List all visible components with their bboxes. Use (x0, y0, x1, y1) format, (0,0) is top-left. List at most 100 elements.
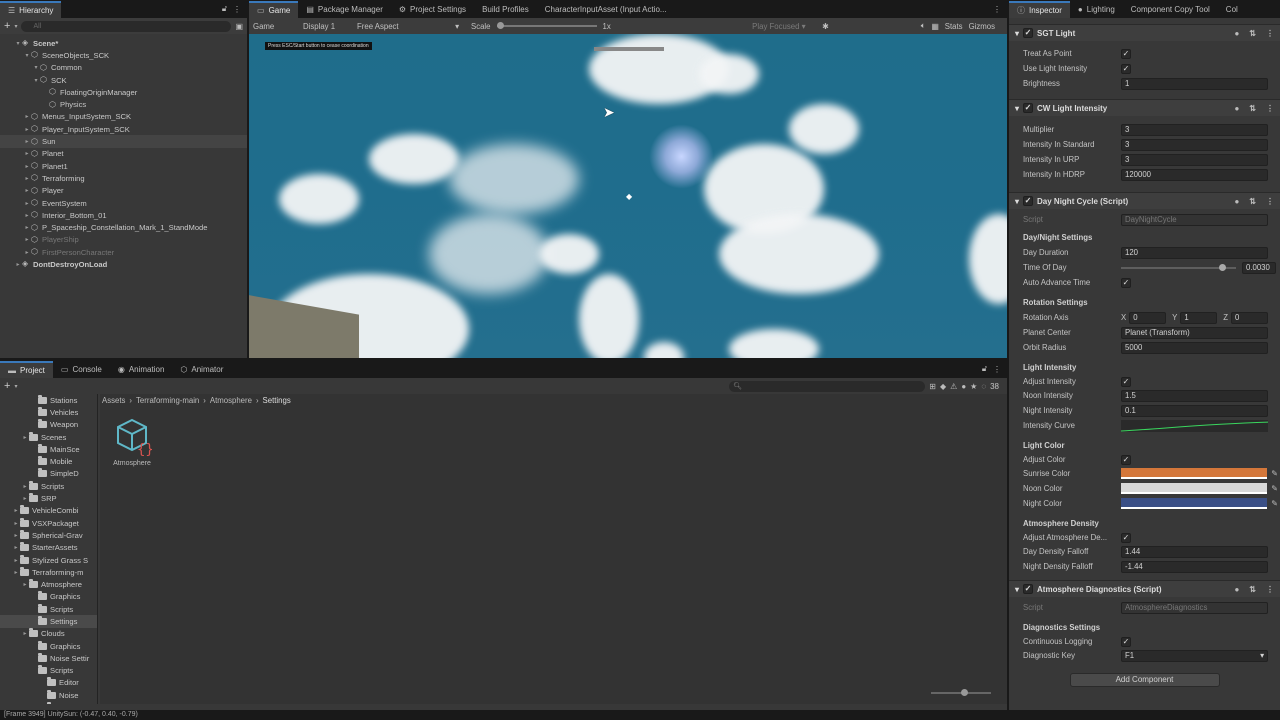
tab-component-copy-tool[interactable]: Component Copy Tool (1123, 1, 1218, 18)
tab-col[interactable]: Col (1218, 1, 1246, 18)
project-folder-item[interactable]: Shaders (0, 701, 97, 704)
noon-color-swatch[interactable] (1121, 483, 1268, 494)
intensity-hdrp-field[interactable]: 120000 (1121, 168, 1268, 181)
project-folder-item[interactable]: ▸ Stylized Grass S (0, 554, 97, 566)
sunrise-color-swatch[interactable] (1121, 468, 1268, 479)
preset-icon[interactable]: ⇅ (1249, 197, 1256, 206)
project-folder-item[interactable]: Noise (0, 689, 97, 701)
hierarchy-item[interactable]: ▸ ⬡ Player_InputSystem_SCK (0, 123, 247, 135)
game-viewport[interactable]: Press ESC/Start button to cease coordina… (249, 34, 1007, 358)
project-folder-item[interactable]: Scripts (0, 665, 97, 677)
project-folder-item[interactable]: ▸ StarterAssets (0, 542, 97, 554)
foldout-arrow-icon[interactable]: ▸ (23, 236, 31, 243)
eyedropper-icon[interactable]: ✎ (1271, 469, 1278, 478)
more-menu-icon[interactable]: ⋮ (1266, 585, 1274, 594)
preset-icon[interactable]: ⇅ (1249, 29, 1256, 38)
project-folder-item[interactable]: Graphics (0, 640, 97, 652)
project-folder-item[interactable]: ▸ Clouds (0, 628, 97, 640)
continuous-logging-checkbox[interactable]: ✓ (1121, 636, 1131, 647)
foldout-arrow-icon[interactable]: ▸ (12, 520, 20, 527)
use-light-intensity-checkbox[interactable]: ✓ (1121, 63, 1131, 74)
breadcrumb-atmosphere[interactable]: Atmosphere (210, 396, 252, 405)
project-folder-item[interactable]: ▸ VehicleCombi (0, 505, 97, 517)
project-folder-item[interactable]: ▸ Atmosphere (0, 578, 97, 590)
auto-advance-checkbox[interactable]: ✓ (1121, 277, 1131, 288)
more-menu-icon[interactable]: ⋮ (1266, 29, 1274, 38)
project-folder-item[interactable]: Editor (0, 677, 97, 689)
hierarchy-item[interactable]: ▸ ⬡ PlayerShip (0, 234, 247, 246)
foldout-arrow-icon[interactable]: ▸ (23, 200, 31, 207)
lock-icon[interactable]: 🔓︎ (222, 4, 227, 14)
tab-project-settings[interactable]: ⚙ Project Settings (391, 1, 474, 18)
scale-slider[interactable] (496, 22, 597, 29)
tab-inspector[interactable]: ⓘ Inspector (1009, 1, 1070, 18)
foldout-icon[interactable]: ▾ (1015, 104, 1019, 113)
script-field[interactable]: DayNightCycle (1121, 213, 1268, 226)
tab-game[interactable]: ▭ Game (249, 1, 299, 18)
noon-intensity-field[interactable]: 1.5 (1121, 389, 1268, 402)
hierarchy-item[interactable]: ▾ ⬡ SCK (0, 74, 247, 86)
breadcrumb-settings[interactable]: Settings (263, 396, 291, 405)
project-folder-item[interactable]: ▸ Scenes (0, 431, 97, 443)
adjust-intensity-checkbox[interactable]: ✓ (1121, 376, 1131, 387)
project-folder-item[interactable]: Settings (0, 615, 97, 628)
foldout-arrow-icon[interactable]: ▸ (23, 150, 31, 157)
component-enabled-checkbox[interactable]: ✓ (1023, 196, 1034, 206)
chevron-down-icon[interactable]: ▾ (14, 383, 17, 390)
icon-size-slider-thumb[interactable] (961, 689, 968, 696)
foldout-arrow-icon[interactable]: ▸ (21, 495, 29, 502)
planet-center-field[interactable]: Planet (Transform) (1121, 326, 1268, 339)
foldout-arrow-icon[interactable]: ▸ (21, 434, 29, 441)
hierarchy-item[interactable]: ▸ ⬡ Terraforming (0, 172, 247, 184)
atmosphere-diagnostics-header[interactable]: ▾ ✓ Atmosphere Diagnostics (Script) ● ⇅ ⋮ (1009, 580, 1280, 597)
hierarchy-item[interactable]: ▸ ⬡ Player (0, 185, 247, 197)
foldout-icon[interactable]: ▾ (1015, 585, 1019, 594)
foldout-arrow-icon[interactable]: ▸ (23, 212, 31, 219)
intensity-standard-field[interactable]: 3 (1121, 138, 1268, 151)
preset-icon[interactable]: ⇅ (1249, 104, 1256, 113)
search-by-label-icon[interactable]: ◆ (940, 382, 946, 391)
foldout-arrow-icon[interactable]: ▾ (23, 52, 31, 59)
more-menu-icon[interactable]: ⋮ (1266, 197, 1274, 206)
component-enabled-checkbox[interactable]: ✓ (1023, 584, 1034, 594)
axis-y-field[interactable]: 1 (1180, 311, 1218, 324)
foldout-arrow-icon[interactable]: ▸ (21, 483, 29, 490)
hierarchy-item[interactable]: ▸ ◈ DontDestroyOnLoad (0, 258, 247, 270)
project-folder-item[interactable]: ▸ VSXPackaget (0, 517, 97, 529)
foldout-icon[interactable]: ▾ (1015, 197, 1019, 206)
hierarchy-item[interactable]: ▸ ⬡ EventSystem (0, 197, 247, 209)
foldout-arrow-icon[interactable]: ▸ (23, 175, 31, 182)
asset-tile[interactable]: {} Atmosphere (110, 416, 154, 467)
eyedropper-icon[interactable]: ✎ (1271, 484, 1278, 493)
preset-icon[interactable]: ⇅ (1249, 585, 1256, 594)
icon-size-slider[interactable] (931, 689, 991, 696)
aspect-dropdown[interactable]: Free Aspect ▾ (357, 22, 465, 31)
breadcrumb-assets[interactable]: Assets (102, 396, 125, 405)
cw-light-header[interactable]: ▾ ✓ CW Light Intensity ● ⇅ ⋮ (1009, 99, 1280, 116)
project-folder-item[interactable]: ▸ Terraforming-m (0, 566, 97, 578)
project-folder-item[interactable]: ▸ Scripts (0, 480, 97, 492)
bug-icon[interactable]: ✱ (822, 22, 829, 31)
add-icon[interactable]: + (4, 380, 10, 392)
component-enabled-checkbox[interactable]: ✓ (1023, 103, 1034, 113)
hierarchy-item[interactable]: ▾ ⬡ SceneObjects_SCK (0, 49, 247, 61)
eye-hidden-icon[interactable]: ◌ (981, 382, 986, 391)
orbit-radius-field[interactable]: 5000 (1121, 341, 1268, 354)
eyedropper-icon[interactable]: ✎ (1271, 499, 1278, 508)
sgt-light-header[interactable]: ▾ ✓ SGT Light ● ⇅ ⋮ (1009, 24, 1280, 41)
hierarchy-item[interactable]: ▸ ⬡ Menus_InputSystem_SCK (0, 111, 247, 123)
scale-slider-thumb[interactable] (496, 22, 504, 29)
axis-z-field[interactable]: 0 (1231, 311, 1268, 324)
day-falloff-field[interactable]: 1.44 (1121, 545, 1268, 558)
foldout-icon[interactable]: ▾ (1015, 29, 1019, 38)
project-folder-item[interactable]: Graphics (0, 591, 97, 603)
tab-package-manager[interactable]: ▤ Package Manager (298, 1, 391, 18)
time-of-day-slider[interactable] (1121, 263, 1236, 271)
hidden-packages-icon[interactable]: ● (961, 382, 966, 391)
more-menu-icon[interactable]: ⋮ (993, 365, 1001, 374)
display-dropdown[interactable]: Display 1 (303, 22, 357, 31)
foldout-arrow-icon[interactable]: ▸ (23, 187, 31, 194)
hierarchy-item[interactable]: ▸ ⬡ Sun (0, 135, 247, 148)
gizmos-dropdown[interactable]: Gizmos (969, 22, 995, 31)
search-by-importlog-icon[interactable]: ⚠ (950, 382, 957, 391)
